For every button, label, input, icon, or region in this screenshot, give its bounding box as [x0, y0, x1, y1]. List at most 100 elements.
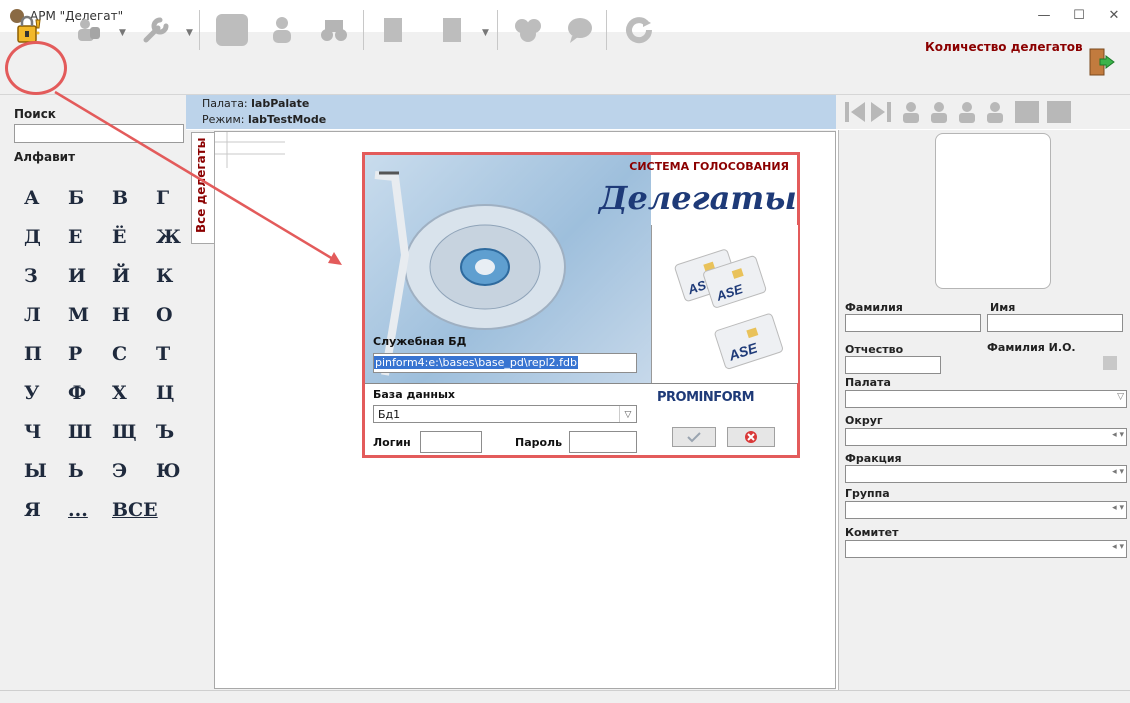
- letter-ye[interactable]: Е: [68, 226, 112, 265]
- chamber-field-label: Палата: [845, 376, 891, 389]
- district-select[interactable]: ◂ ▾: [845, 428, 1127, 446]
- service-db-label: Служебная БД: [373, 335, 467, 348]
- letter-soft-sign[interactable]: Ь: [68, 460, 112, 499]
- film2-icon[interactable]: [1047, 101, 1071, 123]
- district-label: Округ: [845, 414, 883, 427]
- name-label: Имя: [990, 301, 1016, 314]
- name-input[interactable]: [987, 314, 1123, 332]
- users-icon[interactable]: [72, 14, 104, 46]
- stop-icon[interactable]: [216, 14, 248, 46]
- letter-other-link[interactable]: ...: [68, 499, 112, 538]
- password-input[interactable]: [569, 431, 637, 453]
- maximize-button[interactable]: ☐: [1065, 6, 1093, 26]
- database-select[interactable]: Бд1 ▽: [373, 405, 637, 423]
- committee-label: Комитет: [845, 526, 899, 539]
- wrench-dropdown-arrow[interactable]: ▼: [186, 28, 193, 38]
- group-icon[interactable]: [512, 14, 544, 46]
- group-label: Группа: [845, 487, 890, 500]
- binoculars-icon[interactable]: [318, 14, 350, 46]
- surname-label: Фамилия: [845, 301, 903, 314]
- tab-all-delegates-label: Все делегаты: [194, 137, 208, 233]
- login-dialog: СИСТЕМА ГОЛОСОВАНИЯ Делегаты ASE ASE ASE…: [362, 152, 800, 458]
- spin-arrows-icon[interactable]: ◂ ▾: [1112, 503, 1124, 513]
- chevron-down-icon[interactable]: ▽: [1117, 392, 1124, 402]
- mode-line: Режим: labTestMode: [202, 113, 326, 126]
- letter-u[interactable]: У: [24, 382, 68, 421]
- letter-yo[interactable]: Ё: [112, 226, 156, 265]
- find-person-icon[interactable]: [987, 102, 1003, 123]
- refresh-icon[interactable]: [623, 14, 655, 46]
- letter-kha[interactable]: Х: [112, 382, 156, 421]
- letter-ze[interactable]: З: [24, 265, 68, 304]
- letter-shcha[interactable]: Щ: [112, 421, 156, 460]
- login-input[interactable]: [420, 431, 482, 453]
- ok-button[interactable]: [672, 427, 716, 447]
- wrench-icon[interactable]: [140, 14, 172, 46]
- surname-input[interactable]: [845, 314, 981, 332]
- letter-em[interactable]: М: [68, 304, 112, 343]
- company-name: PROMINFORM: [657, 390, 755, 405]
- letter-i[interactable]: И: [68, 265, 112, 304]
- toolbar-separator: [606, 10, 607, 50]
- spin-arrows-icon[interactable]: ◂ ▾: [1112, 467, 1124, 477]
- faction-select[interactable]: ◂ ▾: [845, 465, 1127, 483]
- alphabet-label: Алфавит: [14, 150, 76, 164]
- chamber-value: labPalate: [251, 97, 310, 110]
- chevron-down-icon[interactable]: ▽: [619, 406, 636, 422]
- spin-arrows-icon[interactable]: ◂ ▾: [1112, 542, 1124, 552]
- tab-all-delegates[interactable]: Все делегаты: [191, 132, 214, 244]
- letter-el[interactable]: Л: [24, 304, 68, 343]
- committee-select[interactable]: ◂ ▾: [845, 540, 1127, 558]
- letter-ya[interactable]: Я: [24, 499, 68, 538]
- mode-label: Режим:: [202, 113, 245, 126]
- letter-e[interactable]: Э: [112, 460, 156, 499]
- search-input[interactable]: [14, 124, 184, 143]
- minimize-button[interactable]: —: [1030, 6, 1058, 26]
- document-icon[interactable]: [377, 14, 409, 46]
- delegate-photo: [935, 133, 1051, 289]
- system-title: СИСТЕМА ГОЛОСОВАНИЯ: [629, 160, 789, 173]
- smart-cards-icon: ASE ASE ASE: [674, 249, 783, 370]
- users-dropdown-arrow[interactable]: ▼: [119, 28, 126, 38]
- letter-yery[interactable]: Ы: [24, 460, 68, 499]
- last-record-icon[interactable]: [871, 102, 891, 122]
- first-record-icon[interactable]: [845, 102, 865, 122]
- film-icon[interactable]: [1015, 101, 1039, 123]
- chat-icon[interactable]: [564, 14, 596, 46]
- letter-er[interactable]: Р: [68, 343, 112, 382]
- check-icon: [687, 432, 701, 443]
- letter-de[interactable]: Д: [24, 226, 68, 265]
- letter-sha[interactable]: Ш: [68, 421, 112, 460]
- patronymic-input[interactable]: [845, 356, 941, 374]
- letter-en[interactable]: Н: [112, 304, 156, 343]
- dialog-divider: [365, 383, 797, 384]
- letter-a[interactable]: А: [24, 187, 68, 226]
- service-db-value: pinform4:e:\bases\base_pd\repl2.fdb: [374, 356, 579, 369]
- document-dropdown-arrow[interactable]: ▼: [482, 28, 489, 38]
- letter-ve[interactable]: В: [112, 187, 156, 226]
- letter-short-i[interactable]: Й: [112, 265, 156, 304]
- close-button[interactable]: ✕: [1100, 6, 1128, 26]
- exit-door-icon[interactable]: [1084, 46, 1116, 78]
- mode-value: labTestMode: [247, 113, 327, 126]
- add-person-icon[interactable]: [903, 102, 919, 123]
- edit-person-icon[interactable]: [931, 102, 947, 123]
- spin-arrows-icon[interactable]: ◂ ▾: [1112, 430, 1124, 440]
- login-label: Логин: [373, 436, 411, 449]
- status-bar: [0, 690, 1130, 703]
- database-label: База данных: [373, 388, 456, 401]
- letter-be[interactable]: Б: [68, 187, 112, 226]
- letter-es[interactable]: С: [112, 343, 156, 382]
- delete-person-icon[interactable]: [959, 102, 975, 123]
- cancel-button[interactable]: [727, 427, 775, 447]
- letter-ef[interactable]: Ф: [68, 382, 112, 421]
- service-db-input[interactable]: pinform4:e:\bases\base_pd\repl2.fdb: [373, 353, 637, 373]
- person-icon[interactable]: [266, 14, 298, 46]
- letter-che[interactable]: Ч: [24, 421, 68, 460]
- group-select[interactable]: ◂ ▾: [845, 501, 1127, 519]
- toolbar-separator: [363, 10, 364, 50]
- chamber-select[interactable]: ▽: [845, 390, 1127, 408]
- letter-pe[interactable]: П: [24, 343, 68, 382]
- alphabet-grid: А Б В Г Д Е Ё Ж З И Й К Л М Н О П Р С Т …: [24, 187, 200, 538]
- document2-icon[interactable]: [436, 14, 468, 46]
